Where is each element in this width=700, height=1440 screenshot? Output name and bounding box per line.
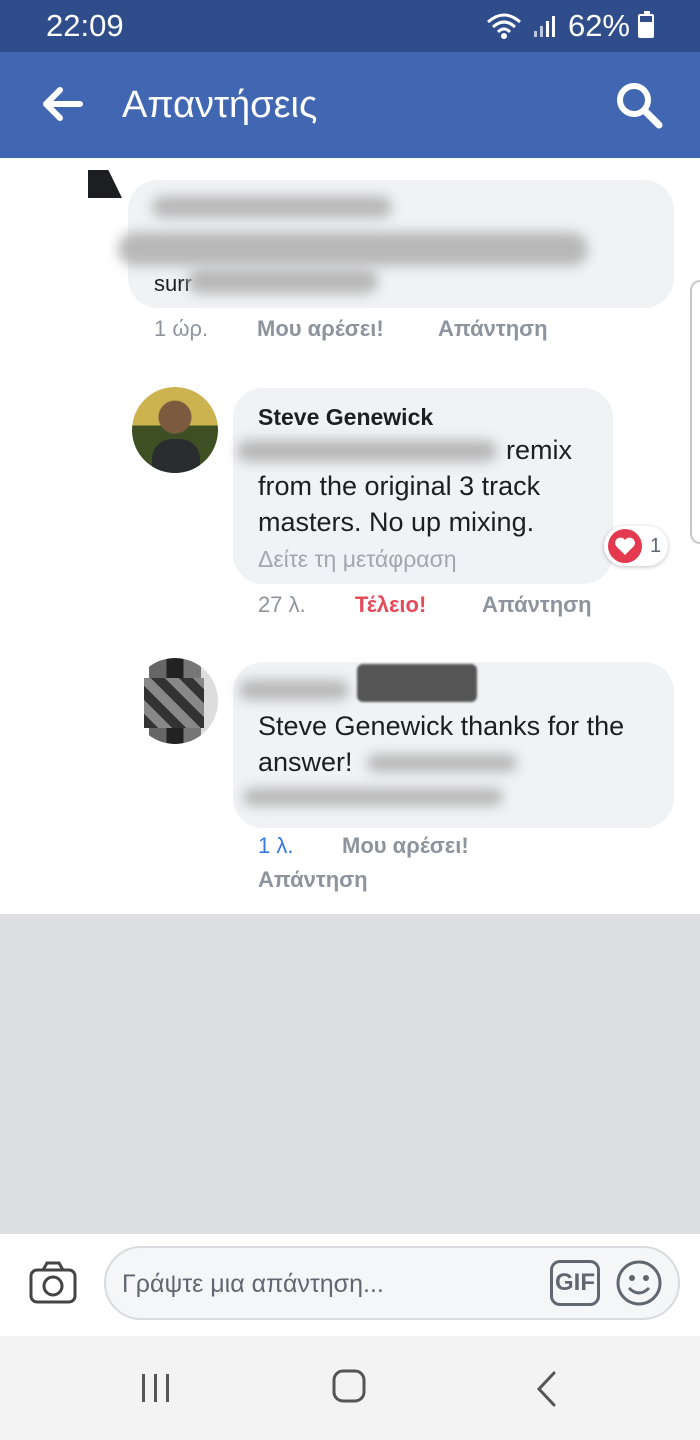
comment-line: Steve Genewick thanks for the	[258, 711, 625, 741]
avatar[interactable]	[132, 387, 218, 473]
back-arrow-icon[interactable]	[40, 82, 84, 126]
redacted-text	[367, 754, 517, 772]
comment-time[interactable]: 27 λ.	[258, 592, 306, 618]
reply-placeholder: Γράψτε μια απάντηση...	[122, 1270, 384, 1298]
status-bar: 22:09 62%	[0, 0, 700, 52]
comment-text: surr	[154, 271, 192, 296]
redacted-text	[243, 788, 503, 806]
reply-composer: Γράψτε μια απάντηση... GIF	[0, 1234, 700, 1336]
status-time: 22:09	[46, 8, 124, 43]
see-translation-link[interactable]: Δείτε τη μετάφραση	[258, 546, 457, 573]
page-title: Απαντήσεις	[122, 84, 318, 126]
comment-line: remix	[506, 435, 572, 465]
avatar[interactable]	[88, 170, 122, 198]
home-icon[interactable]	[331, 1368, 367, 1404]
comment-bubble[interactable]: Steve Genewick thanks for the answer!	[233, 662, 674, 828]
redacted-author	[239, 680, 349, 700]
redacted-text	[118, 232, 588, 266]
status-indicators: 62%	[486, 8, 630, 44]
redacted-author	[357, 664, 477, 702]
redacted-text	[188, 268, 378, 294]
like-button[interactable]: Μου αρέσει!	[257, 316, 384, 342]
recent-apps-icon[interactable]	[140, 1372, 172, 1404]
reply-button[interactable]: Απάντηση	[438, 316, 548, 342]
reaction-badge[interactable]: 1	[604, 526, 668, 566]
comment-time[interactable]: 1 λ.	[258, 833, 293, 859]
reply-button[interactable]: Απάντηση	[258, 867, 368, 893]
reply-input[interactable]: Γράψτε μια απάντηση... GIF	[104, 1246, 680, 1320]
comment-line: answer!	[258, 747, 353, 777]
system-nav-bar	[0, 1336, 700, 1440]
like-button[interactable]: Τέλειο!	[355, 592, 426, 618]
replies-list: surr 1 ώρ. Μου αρέσει! Απάντηση Steve Ge…	[0, 158, 700, 914]
battery-percentage: 62%	[567, 8, 630, 43]
comment-author[interactable]: Steve Genewick	[258, 404, 433, 431]
back-icon[interactable]	[534, 1370, 558, 1408]
app-bar: Απαντήσεις	[0, 52, 700, 158]
avatar[interactable]	[132, 658, 218, 744]
gif-button[interactable]: GIF	[550, 1260, 600, 1306]
emoji-icon[interactable]	[614, 1258, 664, 1308]
heart-icon	[608, 529, 642, 563]
reply-button[interactable]: Απάντηση	[482, 592, 592, 618]
redacted-author	[152, 196, 392, 218]
redacted-text	[237, 440, 497, 462]
battery-icon	[638, 11, 654, 38]
comment-line: masters. No up mixing.	[258, 507, 535, 537]
search-icon[interactable]	[614, 80, 664, 130]
comment-line: from the original 3 track	[258, 471, 541, 501]
wifi-icon	[486, 13, 521, 39]
comment-bubble[interactable]: surr	[118, 180, 674, 308]
comment-bubble[interactable]: Steve Genewick remix from the original 3…	[233, 388, 613, 584]
signal-icon	[533, 16, 555, 37]
reaction-count: 1	[650, 534, 662, 557]
comment-time[interactable]: 1 ώρ.	[154, 316, 208, 342]
like-button[interactable]: Μου αρέσει!	[342, 833, 469, 859]
camera-icon[interactable]	[28, 1258, 78, 1308]
scrollbar[interactable]	[690, 280, 700, 544]
